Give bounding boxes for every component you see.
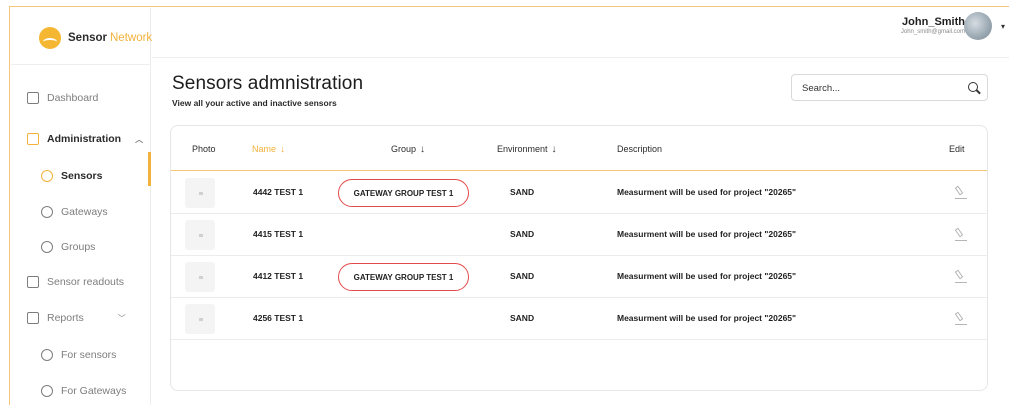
pen-base xyxy=(955,281,967,283)
pen-shape xyxy=(954,185,964,196)
gateway-icon xyxy=(41,206,53,218)
sort-arrow-icon: ↓ xyxy=(280,144,286,155)
sidebar-item-dashboard[interactable]: Dashboard xyxy=(27,92,98,104)
logo-icon xyxy=(39,27,61,49)
pen-shape xyxy=(954,269,964,280)
column-label: Group xyxy=(391,144,417,154)
sidebar-item-label: Reports xyxy=(47,312,84,324)
app-logo[interactable]: Sensor Network xyxy=(39,25,152,51)
pen-base xyxy=(955,197,967,199)
sort-arrow-icon: ↓ xyxy=(551,144,557,155)
header-divider xyxy=(152,57,1009,58)
sidebar-item-label: For sensors xyxy=(61,349,117,361)
logo-text-sensor: Sensor xyxy=(68,32,107,44)
table-header: Photo Name ↓ Group ↓ Environment ↓ Descript… xyxy=(171,126,987,171)
pen-base xyxy=(955,239,967,241)
pen-shape xyxy=(954,227,964,238)
cell-environment: SAND xyxy=(510,187,535,197)
cell-description: Measurment will be used for project "202… xyxy=(617,187,797,197)
column-label: Name xyxy=(252,144,277,154)
cell-name: 4256 TEST 1 xyxy=(253,313,304,323)
column-group[interactable]: Group ↓ xyxy=(391,144,425,155)
sidebar-item-label: Gateways xyxy=(61,206,108,218)
cell-environment: SAND xyxy=(510,313,535,323)
column-photo: Photo xyxy=(192,144,216,154)
column-label: Environment xyxy=(497,144,548,154)
cell-environment: SAND xyxy=(510,271,535,281)
sensors-table: Photo Name ↓ Group ↓ Environment ↓ Descript… xyxy=(170,125,988,391)
tools-icon xyxy=(27,133,39,145)
user-email: John_smith@gmail.com xyxy=(900,29,965,35)
table-row[interactable]: 4442 TEST 1 GATEWAY GROUP TEST 1 SAND Me… xyxy=(171,172,987,214)
report-icon xyxy=(27,312,39,324)
sidebar-item-label: Dashboard xyxy=(47,92,99,104)
sidebar-item-label: For Gateways xyxy=(61,385,127,397)
edit-icon[interactable] xyxy=(954,227,967,241)
cell-name: 4442 TEST 1 xyxy=(253,187,304,197)
edit-icon[interactable] xyxy=(954,269,967,283)
table-row[interactable]: 4256 TEST 1 SAND Measurment will be used… xyxy=(171,298,987,340)
pen-base xyxy=(955,323,967,325)
logo-text-network: Network xyxy=(110,32,153,44)
column-description: Description xyxy=(617,144,663,154)
table-row[interactable]: 4412 TEST 1 GATEWAY GROUP TEST 1 SAND Me… xyxy=(171,256,987,298)
cell-environment: SAND xyxy=(510,229,535,239)
search-icon[interactable] xyxy=(968,82,978,92)
cell-name: 4412 TEST 1 xyxy=(253,271,304,281)
sidebar-divider xyxy=(11,64,151,65)
cell-description: Measurment will be used for project "202… xyxy=(617,229,797,239)
page-title: Sensors admnistration xyxy=(172,73,364,94)
chevron-up-icon: ︿ xyxy=(135,134,144,144)
column-environment[interactable]: Environment ↓ xyxy=(497,144,557,155)
sensor-icon xyxy=(41,170,53,182)
sidebar-item-for-sensors[interactable]: For sensors xyxy=(41,349,116,361)
chevron-down-icon: ﹀ xyxy=(117,313,126,323)
edit-icon[interactable] xyxy=(954,185,967,199)
sidebar-item-sensor-readouts[interactable]: Sensor readouts xyxy=(27,276,124,288)
chart-icon xyxy=(27,276,39,288)
sidebar-item-for-gateways[interactable]: For Gateways xyxy=(41,385,126,397)
cell-name: 4415 TEST 1 xyxy=(253,229,304,239)
table-row[interactable]: 4415 TEST 1 SAND Measurment will be used… xyxy=(171,214,987,256)
user-name: John_Smith xyxy=(902,16,965,28)
sensor-photo xyxy=(185,304,215,334)
search-box[interactable] xyxy=(791,74,988,101)
cell-description: Measurment will be used for project "202… xyxy=(617,271,797,281)
active-indicator xyxy=(148,152,151,186)
sidebar-item-label: Administration xyxy=(47,133,122,145)
groups-icon xyxy=(41,241,53,253)
sidebar-item-reports[interactable]: Reports ﹀ xyxy=(27,312,126,324)
search-input[interactable] xyxy=(802,80,962,96)
sidebar-item-label: Groups xyxy=(61,241,96,253)
sensor-photo xyxy=(185,220,215,250)
sidebar-item-sensors[interactable]: Sensors xyxy=(41,170,102,182)
user-info[interactable]: John_Smith John_smith@gmail.com xyxy=(901,16,965,35)
column-name[interactable]: Name ↓ xyxy=(252,144,285,155)
sidebar-item-label: Sensors xyxy=(61,170,103,182)
sort-arrow-icon: ↓ xyxy=(420,144,426,155)
sidebar: Sensor Network Dashboard Administration … xyxy=(11,8,152,405)
sidebar-item-gateways[interactable]: Gateways xyxy=(41,206,108,218)
grid-icon xyxy=(27,92,39,104)
sensor-photo xyxy=(185,178,215,208)
sensor-icon xyxy=(41,349,53,361)
cell-group: GATEWAY GROUP TEST 1 xyxy=(338,263,469,291)
cell-group: GATEWAY GROUP TEST 1 xyxy=(338,179,469,207)
column-edit: Edit xyxy=(949,144,965,154)
sidebar-item-label: Sensor readouts xyxy=(47,276,125,288)
sensor-photo xyxy=(185,262,215,292)
chevron-down-icon[interactable]: ▾ xyxy=(1001,22,1005,31)
avatar[interactable] xyxy=(964,12,992,40)
cell-description: Measurment will be used for project "202… xyxy=(617,313,797,323)
pen-shape xyxy=(954,311,964,322)
page-subtitle: View all your active and inactive sensor… xyxy=(172,98,337,108)
sidebar-item-administration[interactable]: Administration ︿ xyxy=(27,133,143,145)
sidebar-item-groups[interactable]: Groups xyxy=(41,241,95,253)
gateway-icon xyxy=(41,385,53,397)
edit-icon[interactable] xyxy=(954,311,967,325)
